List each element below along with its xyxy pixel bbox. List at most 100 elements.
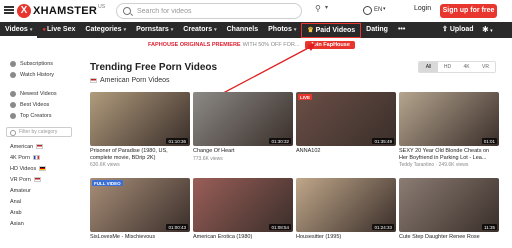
video-meta: 773.6K views — [193, 155, 223, 162]
video-card[interactable]: 01:08:54 American Erotica (1980) — [193, 178, 293, 242]
video-thumbnail[interactable]: 01:30:32 — [193, 92, 293, 146]
flag-icon — [39, 166, 47, 171]
language-selector[interactable]: EN — [374, 7, 382, 13]
video-thumbnail[interactable]: 01:01 — [399, 92, 499, 146]
nav-label: Live Sex — [46, 26, 76, 33]
quality-4k[interactable]: 4K — [457, 62, 476, 72]
sidebar-item-newest[interactable]: Newest Videos — [10, 88, 80, 99]
nav-photos[interactable]: Photos ▾ — [263, 22, 301, 38]
sidebar-item-label: Top Creators — [20, 112, 52, 119]
category-amateur[interactable]: Amateur — [10, 185, 80, 196]
category-4k[interactable]: 4K Porn — [10, 152, 80, 163]
us-flag-icon — [36, 144, 44, 149]
sidebar-item-watch-history[interactable]: Watch History — [10, 69, 80, 80]
sidebar-item-best[interactable]: Best Videos — [10, 99, 80, 110]
flag-icon — [33, 177, 41, 182]
video-title[interactable]: SisLovesMe - Mischievous — [90, 234, 190, 241]
video-title[interactable]: Prisoner of Paradise (1980, US, complete… — [90, 148, 190, 161]
video-title[interactable]: Housesitter (1995) — [296, 234, 396, 241]
video-card[interactable]: 01:35:49 LIVE ANNA102 — [296, 92, 396, 156]
star-icon — [10, 101, 16, 108]
nav-categories[interactable]: Categories ▾ — [80, 22, 131, 38]
nav-label: Paid Videos — [315, 26, 356, 34]
video-title[interactable]: SEXY 20 Year Old Blonde Cheats on Her Bo… — [399, 148, 499, 161]
video-thumbnail[interactable]: 11:35 — [399, 178, 499, 232]
globe-icon[interactable] — [363, 6, 372, 15]
video-card[interactable]: 01:00:43 FULL VIDEO SisLovesMe - Mischievo… — [90, 178, 190, 242]
category-asian[interactable]: Asian — [10, 218, 80, 229]
video-card[interactable]: 11:35 Cute Step Daughter Renee Rose — [399, 178, 499, 242]
category-vr[interactable]: VR Porn — [10, 174, 80, 185]
nav-channels[interactable]: Channels — [222, 22, 264, 38]
video-thumbnail[interactable]: 01:00:43 FULL VIDEO — [90, 178, 190, 232]
category-american[interactable]: American — [10, 141, 80, 152]
sidebar: Subscriptions Watch History Newest Video… — [6, 58, 80, 229]
logo-region: US — [98, 4, 106, 10]
sidebar-item-label: Subscriptions — [20, 60, 54, 67]
flag-icon — [32, 155, 40, 160]
nav-pornstars[interactable]: Pornstars ▾ — [131, 22, 178, 38]
main-nav: Videos ▾ ●Live Sex Categories ▾ Pornstars ▾… — [0, 22, 512, 38]
video-title[interactable]: American Erotica (1980) — [193, 234, 293, 241]
video-thumbnail[interactable]: 01:10:36 — [90, 92, 190, 146]
settings-icon[interactable]: ✱ ▾ — [482, 22, 493, 38]
category-arab[interactable]: Arab — [10, 207, 80, 218]
chevron-down-icon[interactable]: ▾ — [383, 6, 386, 12]
search-bar: ⚲ ▾ — [116, 3, 328, 19]
video-title[interactable]: Cute Step Daughter Renee Rose — [399, 234, 499, 241]
sidebar-item-label: Watch History — [20, 71, 55, 78]
top-bar: X XHAMSTER US ⚲ ▾ EN ▾ Login Sign up for… — [0, 0, 512, 22]
video-thumbnail[interactable]: 01:24:33 — [296, 178, 396, 232]
quality-vr[interactable]: VR — [476, 62, 495, 72]
video-label-badge: LIVE — [298, 94, 313, 100]
video-card[interactable]: 01:24:33 Housesitter (1995) — [296, 178, 396, 242]
nav-creators[interactable]: Creators ▾ — [178, 22, 221, 38]
duration-badge: 01:00:43 — [166, 224, 188, 230]
category-anal[interactable]: Anal — [10, 196, 80, 207]
video-card[interactable]: 01:10:36 Prisoner of Paradise (1980, US, … — [90, 92, 190, 168]
nav-label: Channels — [226, 26, 259, 33]
category-hd[interactable]: HD Videos — [10, 163, 80, 174]
newest-icon — [10, 90, 16, 97]
join-faphouse-button[interactable]: Join FapHouse — [305, 41, 355, 49]
upload-button[interactable]: ⇪ Upload — [442, 22, 474, 38]
chevron-down-icon[interactable]: ▾ — [325, 4, 328, 11]
site-logo[interactable]: X XHAMSTER US — [17, 3, 105, 19]
video-title[interactable]: Change Of Heart — [193, 148, 293, 155]
menu-icon[interactable] — [4, 6, 14, 14]
category-label: Anal — [10, 198, 22, 205]
video-card[interactable]: 01:01 SEXY 20 Year Old Blonde Cheats on H… — [399, 92, 499, 168]
sidebar-item-top-creators[interactable]: Top Creators — [10, 110, 80, 121]
subtitle-text: American Porn Videos — [100, 77, 170, 84]
nav-dating[interactable]: Dating — [361, 22, 393, 38]
chevron-down-icon: ▾ — [29, 27, 33, 33]
nav-more[interactable]: ••• — [393, 22, 410, 38]
nav-paid-videos[interactable]: ♛ Paid Videos — [301, 22, 362, 38]
nav-videos[interactable]: Videos ▾ — [0, 22, 38, 38]
video-thumbnail[interactable]: 01:35:49 LIVE — [296, 92, 396, 146]
category-filter-input[interactable]: Filter by category — [6, 127, 72, 137]
search-icon[interactable] — [123, 7, 131, 15]
quality-hd[interactable]: HD — [438, 62, 457, 72]
search-input[interactable] — [137, 6, 247, 17]
section-subtitle: American Porn Videos — [90, 77, 170, 84]
filter-icon[interactable]: ⚲ — [315, 4, 321, 13]
upload-icon: ⇪ — [442, 26, 450, 33]
nav-live-sex[interactable]: ●Live Sex — [37, 22, 80, 38]
nav-label: Videos — [5, 26, 28, 33]
video-card[interactable]: 01:30:32 Change Of Heart 773.6K views — [193, 92, 293, 162]
duration-badge: 01:30:32 — [269, 138, 291, 144]
login-link[interactable]: Login — [414, 5, 431, 12]
category-label: HD Videos — [10, 165, 37, 172]
chevron-down-icon: ▾ — [293, 27, 297, 33]
logo-mark: X — [17, 4, 31, 18]
video-title[interactable]: ANNA102 — [296, 148, 396, 155]
duration-badge: 01:08:54 — [269, 224, 291, 230]
signup-button[interactable]: Sign up for free — [440, 4, 497, 18]
sidebar-item-label: Newest Videos — [20, 90, 57, 97]
duration-badge: 01:35:49 — [372, 138, 394, 144]
page-title: Trending Free Porn Videos — [90, 62, 218, 73]
sidebar-item-subscriptions[interactable]: Subscriptions — [10, 58, 80, 69]
quality-all[interactable]: All — [419, 62, 438, 72]
video-thumbnail[interactable]: 01:08:54 — [193, 178, 293, 232]
